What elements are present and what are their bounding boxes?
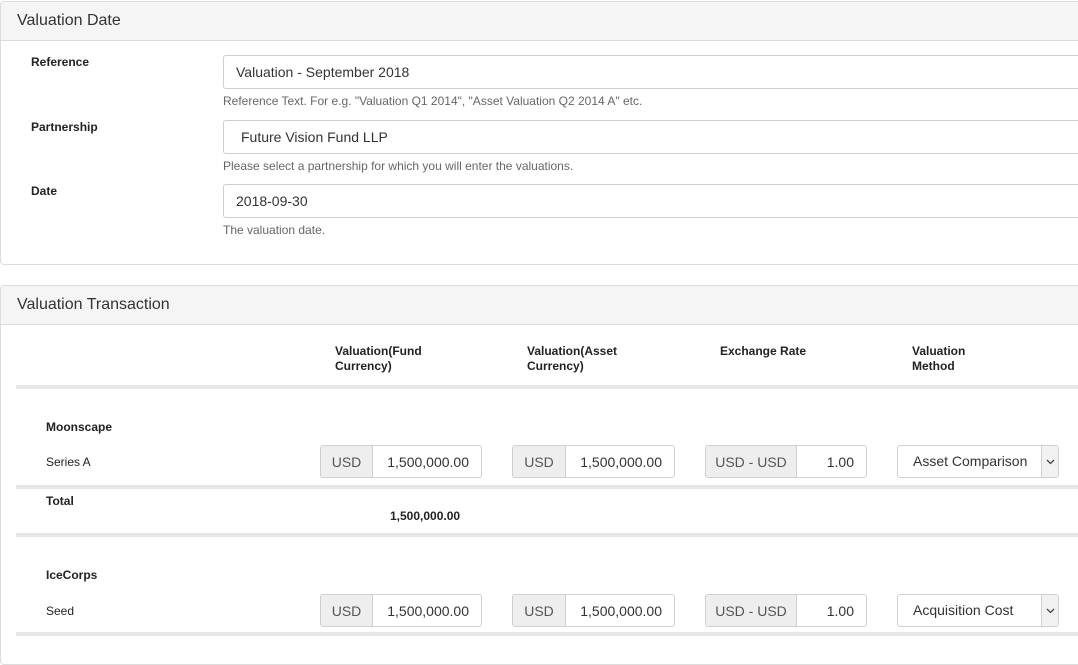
row-label-seed: Seed — [46, 604, 75, 618]
asset-valuation-input-group: USD 1,500,000.00 — [512, 445, 675, 478]
date-input[interactable]: 2018-09-30 — [223, 184, 1078, 218]
asset-currency-addon: USD — [513, 446, 566, 477]
asset-valuation-input-group: USD 1,500,000.00 — [512, 594, 675, 627]
chevron-down-icon[interactable] — [1041, 595, 1058, 626]
exchange-rate-input[interactable]: 1.00 — [797, 446, 866, 477]
row-divider — [16, 485, 1078, 489]
header-divider — [16, 385, 1078, 389]
fund-valuation-input[interactable]: 1,500,000.00 — [373, 446, 481, 477]
currency-pair-addon: USD - USD — [706, 595, 797, 626]
group-name-moonscape: Moonscape — [46, 420, 113, 434]
fund-currency-addon: USD — [321, 446, 373, 477]
group-divider — [16, 533, 1078, 537]
valuation-date-title: Valuation Date — [1, 2, 1078, 41]
reference-label: Reference — [31, 55, 90, 69]
valuation-method-value: Acquisition Cost — [913, 602, 1014, 618]
asset-valuation-input[interactable]: 1,500,000.00 — [566, 595, 674, 626]
partnership-value: Future Vision Fund LLP — [241, 129, 388, 145]
currency-pair-addon: USD - USD — [706, 446, 797, 477]
partnership-label: Partnership — [31, 120, 98, 134]
fund-valuation-input-group: USD 1,500,000.00 — [320, 445, 482, 478]
column-header-exchange-rate: Exchange Rate — [720, 344, 807, 358]
column-header-fund-currency: Valuation(Fund Currency) — [335, 344, 422, 373]
partnership-help: Please select a partnership for which yo… — [223, 159, 574, 173]
exchange-rate-input-group: USD - USD 1.00 — [705, 594, 867, 627]
column-header-asset-currency: Valuation(Asset Currency) — [527, 344, 618, 373]
fund-currency-addon: USD — [321, 595, 373, 626]
fund-valuation-input-group: USD 1,500,000.00 — [320, 594, 482, 627]
valuation-method-select[interactable]: Asset Comparison — [897, 445, 1059, 478]
group-name-icecorps: IceCorps — [46, 568, 98, 582]
partnership-select[interactable]: Future Vision Fund LLP — [223, 120, 1078, 154]
reference-help: Reference Text. For e.g. "Valuation Q1 2… — [223, 94, 643, 108]
asset-valuation-input[interactable]: 1,500,000.00 — [566, 446, 674, 477]
fund-valuation-input[interactable]: 1,500,000.00 — [373, 595, 481, 626]
exchange-rate-input[interactable]: 1.00 — [797, 595, 866, 626]
row-divider — [16, 632, 1078, 636]
valuation-method-value: Asset Comparison — [913, 453, 1028, 469]
date-help: The valuation date. — [223, 223, 326, 237]
date-value: 2018-09-30 — [236, 193, 308, 209]
reference-value: Valuation - September 2018 — [236, 64, 410, 80]
asset-currency-addon: USD — [513, 595, 566, 626]
date-label: Date — [31, 184, 58, 198]
row-label-series-a: Series A — [46, 455, 91, 469]
valuation-transaction-title: Valuation Transaction — [1, 286, 1078, 325]
total-value: 1,500,000.00 — [390, 509, 461, 523]
chevron-down-icon[interactable] — [1041, 446, 1058, 477]
total-label: Total — [46, 494, 74, 508]
column-header-valuation-method: Valuation Method — [912, 344, 966, 373]
reference-input[interactable]: Valuation - September 2018 — [223, 55, 1078, 89]
valuation-method-select[interactable]: Acquisition Cost — [897, 594, 1059, 627]
exchange-rate-input-group: USD - USD 1.00 — [705, 445, 867, 478]
